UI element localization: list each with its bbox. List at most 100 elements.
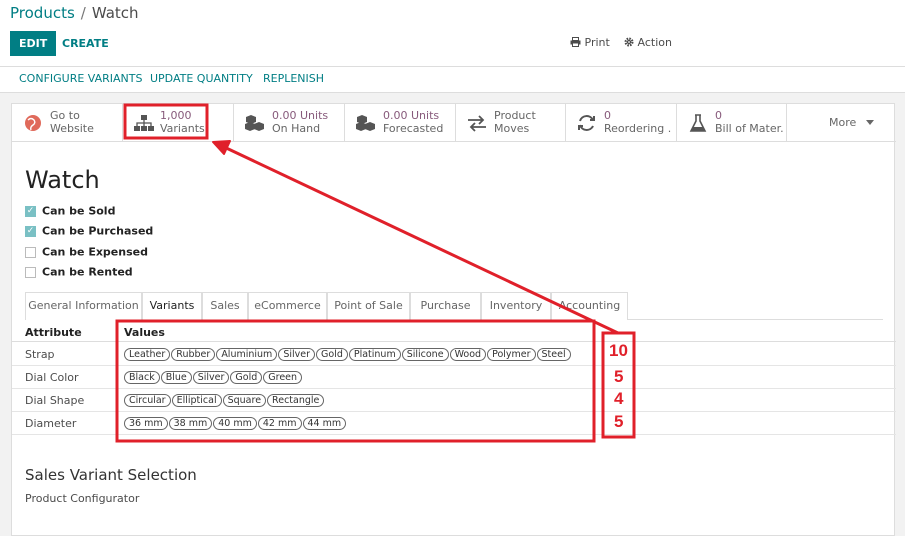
value-chip: Black xyxy=(124,371,160,384)
value-chip: Gold xyxy=(316,348,348,361)
reordering-smart-button[interactable]: 0 Reordering ... xyxy=(566,104,677,142)
can-be-sold-label: Can be Sold xyxy=(42,204,116,218)
value-chip: Leather xyxy=(124,348,171,361)
bom-value: 0 xyxy=(715,109,722,122)
diameter-count-label: 5 xyxy=(614,412,624,431)
tab-ecommerce[interactable]: eCommerce xyxy=(248,292,327,320)
bom-label: Bill of Mater... xyxy=(715,122,783,135)
can-be-purchased-label: Can be Purchased xyxy=(42,224,154,238)
printer-icon xyxy=(570,37,581,47)
value-chip: 40 mm xyxy=(213,417,257,430)
value-chip: Square xyxy=(222,394,267,407)
product-name: Watch xyxy=(25,166,100,194)
tab-general-information[interactable]: General Information xyxy=(25,292,142,320)
refresh-icon xyxy=(578,115,595,131)
attribute-column-header: Attribute xyxy=(25,326,82,339)
table-row[interactable]: Strap Leather Rubber Aluminium Silver Gold Pl… xyxy=(12,343,896,366)
more-label: More xyxy=(829,116,857,129)
replenish-button[interactable]: REPLENISH xyxy=(263,72,324,85)
tab-point-of-sale[interactable]: Point of Sale xyxy=(327,292,410,320)
sales-variant-section-title: Sales Variant Selection xyxy=(25,466,197,484)
table-row[interactable]: Dial Color Black Blue Silver Gold Green xyxy=(12,366,896,389)
table-row[interactable]: Diameter 36 mm 38 mm 40 mm 42 mm 44 mm xyxy=(12,412,896,435)
can-be-rented-label: Can be Rented xyxy=(42,265,133,279)
can-be-expensed-checkbox[interactable] xyxy=(25,246,36,258)
flask-icon xyxy=(689,114,707,132)
on-hand-smart-button[interactable]: 0.00 Units On Hand xyxy=(234,104,345,142)
tab-accounting[interactable]: Accounting xyxy=(551,292,628,320)
exchange-icon xyxy=(468,115,486,132)
attribute-name: Dial Color xyxy=(25,371,79,384)
caret-down-icon xyxy=(865,120,874,125)
print-label: Print xyxy=(584,36,610,49)
attribute-name: Dial Shape xyxy=(25,394,85,407)
value-chip: Polymer xyxy=(487,348,536,361)
attribute-name: Strap xyxy=(25,348,55,361)
edit-button[interactable]: EDIT xyxy=(10,31,57,56)
attribute-name: Diameter xyxy=(25,417,77,430)
strap-count-label: 10 xyxy=(609,341,628,360)
website-smart-button[interactable]: Go to Website xyxy=(12,104,123,142)
can-be-rented-checkbox[interactable] xyxy=(25,266,36,278)
can-be-rented-row: Can be Rented xyxy=(25,265,133,281)
product-moves-label: Moves xyxy=(494,122,530,135)
can-be-purchased-checkbox[interactable]: ✓ xyxy=(25,225,36,237)
value-chip: Rectangle xyxy=(267,394,325,407)
update-quantity-button[interactable]: UPDATE QUANTITY xyxy=(150,72,253,85)
form-sheet: Go to Website 1,000 Variants 0.00 Units On … xyxy=(11,103,896,536)
forecasted-value: 0.00 Units xyxy=(383,109,440,122)
website-smart-value: Go to xyxy=(50,109,80,122)
can-be-expensed-label: Can be Expensed xyxy=(42,245,148,259)
value-chip: 44 mm xyxy=(302,417,347,430)
value-chip: Blue xyxy=(160,371,192,384)
product-moves-value: Product xyxy=(494,109,536,122)
value-chip: Platinum xyxy=(348,348,401,361)
value-chips: Circular Elliptical Square Rectangle xyxy=(124,393,325,407)
control-panel: Products / Watch EDIT CREATE Print Action xyxy=(0,0,905,66)
globe-icon xyxy=(25,115,41,131)
variants-label: Variants xyxy=(160,122,205,135)
can-be-sold-checkbox[interactable]: ✓ xyxy=(25,205,36,217)
tab-inventory[interactable]: Inventory xyxy=(481,292,551,320)
gear-icon xyxy=(624,37,634,47)
form-header: CONFIGURE VARIANTS UPDATE QUANTITY REPLE… xyxy=(0,66,905,93)
sitemap-icon xyxy=(134,115,154,131)
bom-smart-button[interactable]: 0Bill of Mater... xyxy=(677,104,787,142)
forecasted-smart-button[interactable]: 0.00 Units Forecasted xyxy=(345,104,456,142)
value-chip: Aluminium xyxy=(216,348,278,361)
breadcrumb-products-link[interactable]: Products xyxy=(10,4,75,22)
more-button[interactable]: More xyxy=(829,116,874,129)
value-chips: 36 mm 38 mm 40 mm 42 mm 44 mm xyxy=(124,416,347,430)
variants-smart-button[interactable]: 1,000 Variants xyxy=(123,104,234,142)
cubes-icon xyxy=(356,115,375,131)
cubes-icon xyxy=(245,115,264,131)
value-chip: 36 mm xyxy=(124,417,168,430)
on-hand-label: On Hand xyxy=(272,122,321,135)
dial-color-count-label: 5 xyxy=(614,367,624,386)
tab-sales[interactable]: Sales xyxy=(202,292,248,320)
variants-count: 1,000 xyxy=(160,109,192,122)
tab-purchase[interactable]: Purchase xyxy=(410,292,481,320)
product-moves-smart-button[interactable]: Product Moves xyxy=(456,104,566,142)
value-chip: Elliptical xyxy=(171,394,222,407)
action-button[interactable]: Action xyxy=(624,36,672,49)
value-chip: Silver xyxy=(192,371,230,384)
value-chip: Gold xyxy=(230,371,263,384)
value-chips: Leather Rubber Aluminium Silver Gold Platinum… xyxy=(124,347,572,361)
value-chip: 38 mm xyxy=(168,417,213,430)
value-chip: 42 mm xyxy=(257,417,302,430)
values-column-header: Values xyxy=(124,326,165,339)
create-button[interactable]: CREATE xyxy=(55,31,116,56)
print-button[interactable]: Print xyxy=(570,36,610,49)
reordering-value: 0 xyxy=(604,109,611,122)
table-row[interactable]: Dial Shape Circular Elliptical Square Recta… xyxy=(12,389,896,412)
value-chip: Circular xyxy=(124,394,171,407)
tab-variants[interactable]: Variants xyxy=(142,292,202,321)
value-chip: Steel xyxy=(536,348,571,361)
value-chips: Black Blue Silver Gold Green xyxy=(124,370,303,384)
forecasted-label: Forecasted xyxy=(383,122,444,135)
website-smart-label: Website xyxy=(50,122,94,135)
configure-variants-button[interactable]: CONFIGURE VARIANTS xyxy=(19,72,143,85)
sales-variant-value[interactable]: Product Configurator xyxy=(25,492,139,505)
can-be-purchased-row: ✓ Can be Purchased xyxy=(25,224,153,240)
